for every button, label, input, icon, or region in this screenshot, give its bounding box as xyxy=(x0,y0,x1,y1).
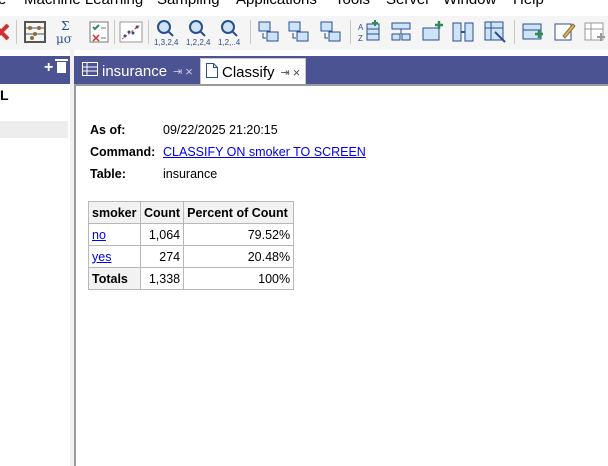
svg-text:1,2,..4: 1,2,..4 xyxy=(218,38,241,46)
toolbar-separator xyxy=(514,20,515,44)
scatter-plot-icon[interactable] xyxy=(118,19,144,45)
column-header-count: Count xyxy=(139,201,185,224)
menu-edit[interactable]: e xyxy=(0,0,6,9)
trash-icon[interactable] xyxy=(55,59,68,73)
left-panel-header: + xyxy=(0,56,70,84)
toolbar: Σ μσ 1,3,2,4 1,2,2,4 1,2,..4 AZ xyxy=(0,16,608,50)
tab-insurance[interactable]: insurance ⇥ × xyxy=(78,58,196,84)
tab-classify[interactable]: Classify ⇥ × xyxy=(200,58,306,85)
totals-count: 1,338 xyxy=(139,267,185,290)
plus-icon[interactable]: + xyxy=(44,58,53,78)
magnify-sequence-icon[interactable]: 1,2,..4 xyxy=(218,19,244,46)
close-tab-icon[interactable]: × xyxy=(293,65,301,80)
sort-az-icon[interactable]: AZ xyxy=(356,19,382,45)
left-panel-label: L xyxy=(0,87,9,103)
transform-icon[interactable] xyxy=(286,19,312,45)
table-value: insurance xyxy=(163,167,218,181)
smoker-value-link[interactable]: yes xyxy=(92,250,111,264)
left-panel-selected-row[interactable] xyxy=(0,121,68,138)
pin-icon[interactable]: ⇥ xyxy=(173,65,182,78)
close-x-icon[interactable] xyxy=(0,19,14,45)
pin-icon[interactable]: ⇥ xyxy=(281,66,290,79)
smoker-value-link[interactable]: no xyxy=(92,228,106,242)
document-icon xyxy=(206,62,218,82)
abacus-icon[interactable] xyxy=(22,19,48,45)
toolbar-separator xyxy=(148,20,149,44)
svg-text:A: A xyxy=(358,23,364,32)
hierarchy-icon[interactable] xyxy=(388,19,414,45)
toolbar-separator xyxy=(16,20,17,44)
tab-classify-label: Classify xyxy=(222,63,275,81)
totals-label: Totals xyxy=(88,267,141,290)
tree-add-icon[interactable] xyxy=(420,19,446,45)
tab-strip: insurance ⇥ × Classify ⇥ × xyxy=(74,56,608,85)
magnify-sequence-icon[interactable]: 1,3,2,4 xyxy=(154,19,180,46)
table-label: Table: xyxy=(90,167,126,181)
percent-cell: 20.48% xyxy=(183,245,295,268)
menu-window[interactable]: Window xyxy=(443,0,496,9)
transform-icon[interactable] xyxy=(318,19,344,45)
menu-tools[interactable]: Tools xyxy=(335,0,370,9)
toolbar-separator xyxy=(250,20,251,44)
as-of-value: 09/22/2025 21:20:15 xyxy=(163,123,278,137)
transform-icon[interactable] xyxy=(256,19,282,45)
command-label: Command: xyxy=(90,145,156,159)
tab-insurance-label: insurance xyxy=(102,62,168,80)
grid-select-icon[interactable] xyxy=(482,19,508,45)
close-tab-icon[interactable]: × xyxy=(185,64,193,79)
add-row-icon[interactable] xyxy=(520,19,546,45)
count-cell: 1,064 xyxy=(139,223,185,246)
svg-text:1,3,2,4: 1,3,2,4 xyxy=(154,38,179,46)
as-of-label: As of: xyxy=(90,123,126,137)
command-link[interactable]: CLASSIFY ON smoker TO SCREEN xyxy=(163,145,366,159)
menu-bar: e Machine Learning Sampling Applications… xyxy=(0,0,608,9)
merge-icon[interactable] xyxy=(450,19,476,45)
svg-text:Σ: Σ xyxy=(61,19,69,33)
column-header-smoker: smoker xyxy=(88,201,141,224)
left-panel: + L xyxy=(0,50,70,466)
table-row: no 1,064 79.52% xyxy=(88,223,295,246)
menu-applications[interactable]: Applications xyxy=(236,0,317,9)
sigma-mu-icon[interactable]: Σ μσ xyxy=(54,19,80,45)
count-cell: 274 xyxy=(139,245,185,268)
column-header-percent: Percent of Count xyxy=(183,201,295,224)
toolbar-separator xyxy=(114,20,115,44)
menu-server[interactable]: Server xyxy=(386,0,430,9)
svg-text:Z: Z xyxy=(358,34,363,43)
table-header-row: smoker Count Percent of Count xyxy=(88,201,295,224)
percent-cell: 79.52% xyxy=(183,223,295,246)
checklist-icon[interactable] xyxy=(86,19,112,45)
svg-text:μσ: μσ xyxy=(56,32,72,45)
toolbar-separator xyxy=(350,20,351,44)
classify-output: As of: 09/22/2025 21:20:15 Command: CLAS… xyxy=(74,84,608,466)
magnify-sequence-icon[interactable]: 1,2,2,4 xyxy=(186,19,212,46)
classify-table: smoker Count Percent of Count no 1,064 7… xyxy=(88,201,295,290)
menu-help[interactable]: Help xyxy=(513,0,544,9)
totals-row: Totals 1,338 100% xyxy=(88,267,295,290)
table-add-icon[interactable] xyxy=(582,19,608,45)
edit-icon[interactable] xyxy=(552,19,578,45)
totals-percent: 100% xyxy=(183,267,295,290)
table-icon xyxy=(82,62,98,80)
menu-machine-learning[interactable]: Machine Learning xyxy=(24,0,143,9)
svg-text:1,2,2,4: 1,2,2,4 xyxy=(186,38,211,46)
table-row: yes 274 20.48% xyxy=(88,245,295,268)
menu-sampling[interactable]: Sampling xyxy=(157,0,220,9)
